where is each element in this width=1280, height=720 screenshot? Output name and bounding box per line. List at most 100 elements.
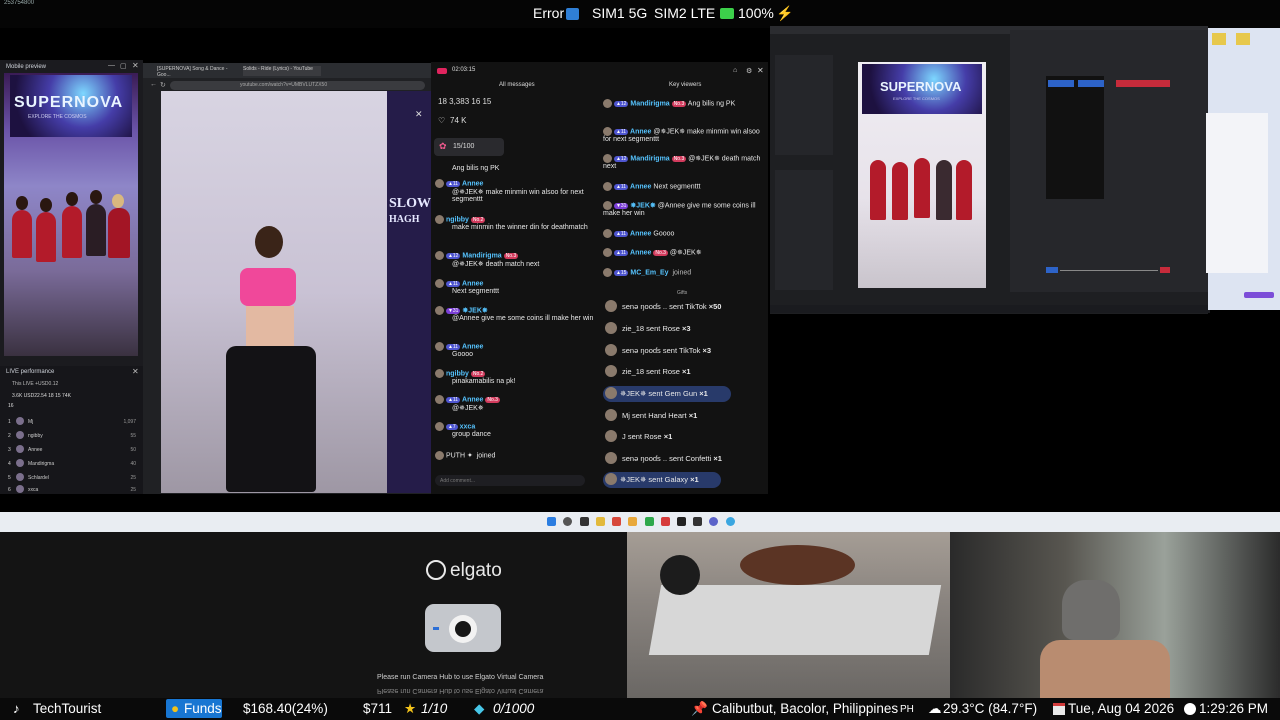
camera-lens-inner [455,621,471,637]
clock-icon [1184,703,1196,715]
tab-all-messages[interactable]: All messages [499,82,535,88]
address-bar[interactable]: youtube.com/watch?v=UMBVLUTZX50 [170,81,425,90]
battery-level: 100% [738,5,774,21]
viewer-name: Mandirigma [28,461,55,467]
minimize-icon[interactable]: — [108,62,115,69]
avatar [16,459,24,467]
dancer-pants [226,346,316,492]
side-window-button[interactable] [1244,292,1274,298]
app-icon[interactable] [661,517,670,526]
tab-key-viewers[interactable]: Key viewers [669,82,701,88]
obs-button[interactable] [1160,267,1170,273]
rank: 5 [8,475,11,481]
gifts-label: Gifts [677,290,688,296]
chrome-icon[interactable] [726,517,735,526]
obs-tab[interactable] [1048,80,1074,87]
obs-button[interactable] [1046,267,1058,273]
explorer-icon[interactable] [596,517,605,526]
avatar [16,431,24,439]
pin-icon: 📌 [691,701,708,716]
leaderboard-row[interactable]: 6 xxca 25 [8,484,136,493]
start-icon[interactable] [547,517,556,526]
reload-icon[interactable]: ↻ [160,81,166,89]
close-icon[interactable]: ✕ [132,61,139,70]
performer [108,208,130,258]
folder-icon[interactable] [1212,33,1226,45]
tiktok-icon: ♪ [13,701,20,716]
browser-tab-active[interactable]: Solids - Ride (Lyrics) - YouTube [243,66,321,76]
rose-icon: ✿ [439,141,447,151]
camera-led [433,627,439,630]
brave-icon[interactable] [612,517,621,526]
side-thumbnail[interactable] [387,91,431,493]
performer-head [16,196,28,210]
status-sim1: SIM1 5G [592,5,648,21]
chat-message: Ang bilis ng PK [452,165,500,172]
goal-progress: 15/100 [453,143,475,150]
streamer-head [1062,580,1120,640]
weather: 29.3°C (84.7°F) [943,701,1038,716]
app-icon[interactable] [693,517,702,526]
status-sim2: SIM2 LTE [654,5,716,21]
gift-row-highlight: ✵JEK✵ sent Galaxy ×1 [603,472,721,488]
obs-banner-sub: EXPLORE THE COSMOS [893,96,940,101]
pin-icon[interactable]: ⌂ [733,67,737,74]
elgato-logo-icon [426,560,446,580]
coin-icon: ● [171,701,180,716]
performer [62,206,82,258]
performer [870,160,886,220]
obs-tab[interactable] [1078,80,1104,87]
browser-tab[interactable]: [SUPERNOVA] Song & Dance - Goo... [157,66,237,76]
chat-message: ▼31 ✵JEK✵ @Annee give me some coins ill m… [435,306,595,322]
folder-icon[interactable] [1236,33,1250,45]
performer-head [90,190,102,204]
performer [956,160,972,220]
banner-title: SUPERNOVA [14,94,124,111]
close-icon[interactable]: ✕ [415,109,423,120]
gift-row: senə ŋooɗs .. sent Confetti ×1 [605,451,763,467]
gift-row: senə ŋooɗs .. sent TikTok ×50 [605,299,763,315]
calendar-icon [1053,703,1065,715]
xbox-icon[interactable] [645,517,654,526]
leaderboard-row[interactable]: 1 Mj 1,097 [8,416,136,428]
chat-message: PUTH ✦ joined [435,451,595,460]
gift-row: zie_18 sent Rose ×1 [605,364,763,380]
obs-scenes-panel [775,55,833,155]
taskview-icon[interactable] [580,517,589,526]
obs-slider[interactable] [1060,270,1158,271]
app-icon[interactable] [709,517,718,526]
leaderboard-row[interactable]: 2 ngibby 55 [8,430,136,442]
key-viewer-message: ▲11 Annee No.3 @✵JEK✵ [603,248,763,257]
close-icon[interactable]: ✕ [757,66,764,75]
gift-row: senə ŋooɗs sent TikTok ×3 [605,343,763,359]
gift-row: J sent Rose ×1 [605,429,763,445]
live-performance-stats: 3.6K USD22.54 18 15 74K [12,393,71,399]
performer [36,212,56,262]
leaderboard-row[interactable]: 4 Mandirigma 40 [8,458,136,470]
chat-message: ▲11 Annee @✵JEK✵ make minmin win alsoo fo… [435,179,595,203]
search-icon[interactable] [563,517,572,526]
back-icon[interactable]: ← [150,81,157,88]
close-icon[interactable]: ✕ [132,367,139,376]
maximize-icon[interactable]: ▢ [120,62,127,70]
country-code: PH [900,704,914,715]
obs-controls-panel [775,170,833,290]
settings-icon[interactable]: ⚙ [746,67,752,75]
obs-stop-button[interactable] [1116,80,1170,87]
live-timer: 02:03:15 [452,67,476,73]
live-badge [437,68,447,74]
leaderboard-row[interactable]: 3 Annee 50 [8,444,136,456]
gift-row: zie_18 sent Rose ×3 [605,321,763,337]
streamer-body [1040,640,1170,698]
app-icon[interactable] [628,517,637,526]
performer-head [40,198,52,212]
elgato-message: Please run Camera Hub to use Elgato Virt… [377,674,544,681]
rank: 2 [8,433,11,439]
comment-input[interactable]: Add comment... [435,475,585,486]
obs-icon[interactable] [677,517,686,526]
banner-subtitle: EXPLORE THE COSMOS [28,114,87,120]
obs-audio-area [1046,76,1104,199]
leaderboard-row[interactable]: 5 Schlardel 25 [8,472,136,484]
key-viewer-message: ▲11 Annee Goooo [603,229,763,238]
key-viewer-message: ▼31 ✵JEK✵ @Annee give me some coins ill … [603,201,756,217]
